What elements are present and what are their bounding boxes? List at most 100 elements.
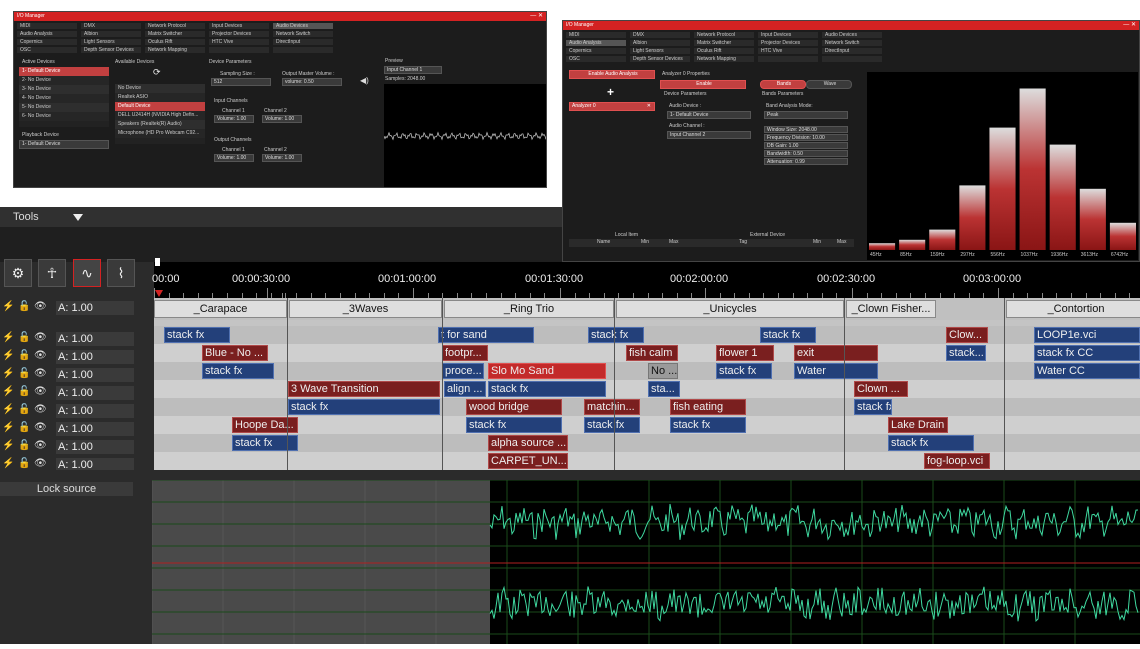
master-volume-field[interactable]: volume: 0.50 <box>282 78 342 86</box>
cue-block[interactable]: _Contortion <box>1006 300 1140 318</box>
eye-icon[interactable]: 👁 <box>34 350 50 364</box>
audio-device-select[interactable]: 1- Default Device <box>667 111 751 119</box>
device-list-item[interactable]: 2- No Device <box>19 76 109 85</box>
playhead-arrow-icon[interactable] <box>155 290 163 297</box>
media-clip[interactable]: stack fx CC <box>1034 345 1140 361</box>
lock-icon[interactable]: 🔓 <box>18 440 30 454</box>
category-item[interactable]: OSC <box>565 55 627 63</box>
media-clip[interactable]: sta... <box>648 381 680 397</box>
media-clip[interactable]: Clow... <box>946 327 988 343</box>
media-clip[interactable]: footpr... <box>442 345 488 361</box>
track-volume[interactable]: A: 1.00 <box>56 422 134 436</box>
device-list-item[interactable]: Microphone (HD Pro Webcam C92... <box>115 129 205 138</box>
media-clip[interactable]: Hoope Da... <box>232 417 298 433</box>
attenuation-field[interactable]: Attenuation: 0.99 <box>764 158 848 165</box>
media-clip[interactable]: stack fx <box>854 399 892 415</box>
lock-icon[interactable]: 🔓 <box>18 368 30 382</box>
playhead-marker[interactable] <box>155 258 160 266</box>
speaker-icon[interactable]: ◀) <box>360 76 369 85</box>
media-clip[interactable]: proce... <box>442 363 484 379</box>
track-volume[interactable]: A: 1.00 <box>56 368 134 382</box>
track-row[interactable]: CARPET_UN... fog-loop.vci <box>154 452 1140 470</box>
category-item[interactable]: Oculus Rift <box>144 38 206 46</box>
eye-icon[interactable]: 👁 <box>34 440 50 454</box>
enable-audio-analysis-button[interactable]: Enable Audio Analysis <box>569 70 655 79</box>
remove-analyzer-icon[interactable]: ✕ <box>647 103 651 110</box>
media-clip[interactable]: t for sand <box>438 327 534 343</box>
track-header[interactable]: ⚡ 🔓 👁 A: 1.00 <box>0 299 154 317</box>
lightning-icon[interactable]: ⚡ <box>2 368 14 382</box>
media-clip[interactable]: fish calm <box>626 345 678 361</box>
category-item[interactable]: Input Devices <box>208 22 270 30</box>
track-volume[interactable]: A: 1.00 <box>56 404 134 418</box>
category-item[interactable]: Network Protocol <box>144 22 206 30</box>
media-clip[interactable]: stack fx <box>466 417 562 433</box>
media-clip[interactable]: stack fx <box>760 327 816 343</box>
bandwidth-field[interactable]: Bandwidth: 0.50 <box>764 150 848 157</box>
media-clip[interactable]: CARPET_UN... <box>488 453 568 469</box>
category-item[interactable]: Projector Devices <box>208 30 270 38</box>
cue-block[interactable]: _3Waves <box>289 300 442 318</box>
lightning-icon[interactable]: ⚡ <box>2 332 14 346</box>
dancer-icon[interactable]: ☥ <box>38 259 66 287</box>
device-list-item[interactable]: No Device <box>115 84 205 93</box>
track-header[interactable]: ⚡ 🔓 👁 A: 1.00 <box>0 384 154 402</box>
lock-icon[interactable]: 🔓 <box>18 404 30 418</box>
media-clip[interactable]: alpha source ... <box>488 435 568 451</box>
window-close-icon[interactable]: — ✕ <box>1123 21 1136 30</box>
media-clip[interactable]: Clown ... <box>854 381 908 397</box>
category-item[interactable]: Network Switch <box>272 30 334 38</box>
eye-icon[interactable]: 👁 <box>34 404 50 418</box>
category-item[interactable]: Network Mapping <box>693 55 755 63</box>
window-size-field[interactable]: Window Size: 2048.00 <box>764 126 848 133</box>
category-item[interactable]: DMX <box>80 22 142 30</box>
category-item[interactable]: Albion <box>80 30 142 38</box>
cue-block[interactable]: _Carapace <box>154 300 287 318</box>
device-list-item[interactable]: 6- No Device <box>19 112 109 121</box>
category-item[interactable]: HTC Vive <box>757 47 819 55</box>
track-volume[interactable]: A: 1.00 <box>56 440 134 454</box>
category-item[interactable]: Projector Devices <box>757 39 819 47</box>
media-clip[interactable]: stack fx <box>588 327 644 343</box>
track-header[interactable]: ⚡ 🔓 👁 A: 1.00 <box>0 348 154 366</box>
io-manager-window-devices[interactable]: I/O Manager — ✕ MIDI Audio Analysis Copern… <box>13 11 547 188</box>
device-list-item[interactable]: 1- Default Device <box>19 67 109 76</box>
track-row[interactable]: Blue - No ... footpr... fish calm flower 1 e… <box>154 344 1140 362</box>
eye-icon[interactable]: 👁 <box>34 332 50 346</box>
category-item[interactable]: MIDI <box>565 31 627 39</box>
category-item[interactable]: Copernics <box>565 47 627 55</box>
category-item[interactable]: Light Sensors <box>80 38 142 46</box>
lock-source-button[interactable]: Lock source <box>0 482 133 496</box>
category-item[interactable]: Audio Devices <box>272 22 334 30</box>
category-item[interactable]: MIDI <box>16 22 78 30</box>
media-clip[interactable]: stack fx <box>288 399 440 415</box>
device-list-item[interactable]: 4- No Device <box>19 94 109 103</box>
audio-waveform-view[interactable] <box>151 479 1140 644</box>
out-ch2-volume[interactable]: Volume: 1.00 <box>262 154 302 162</box>
track-header[interactable]: ⚡ 🔓 👁 A: 1.00 <box>0 438 154 456</box>
lightning-icon[interactable]: ⚡ <box>2 350 14 364</box>
track-row[interactable]: 3 Wave Transition align ... stack fx sta...… <box>154 380 1140 398</box>
device-list-item[interactable]: 5- No Device <box>19 103 109 112</box>
media-clip[interactable]: stack fx <box>716 363 772 379</box>
lock-icon[interactable]: 🔓 <box>18 301 30 315</box>
media-clip[interactable]: flower 1 <box>716 345 774 361</box>
analyzer-item[interactable]: Analyzer 0 ✕ <box>569 102 655 111</box>
lock-icon[interactable]: 🔓 <box>18 386 30 400</box>
lock-icon[interactable]: 🔓 <box>18 332 30 346</box>
category-item[interactable]: DMX <box>629 31 691 39</box>
db-gain-field[interactable]: DB Gain: 1.00 <box>764 142 848 149</box>
category-item[interactable]: Matrix Switcher <box>144 30 206 38</box>
in-ch1-volume[interactable]: Volume: 1.00 <box>214 115 254 123</box>
tools-menu[interactable]: Tools <box>0 207 562 227</box>
category-item[interactable]: DirectInput <box>821 47 883 55</box>
media-clip[interactable]: 3 Wave Transition <box>288 381 440 397</box>
track-row[interactable]: stack fx wood bridge matchin... fish eating… <box>154 398 1140 416</box>
media-clip[interactable]: stack fx <box>888 435 974 451</box>
category-item[interactable]: DirectInput <box>272 38 334 46</box>
media-clip[interactable]: exit <box>794 345 878 361</box>
add-icon[interactable]: + <box>607 85 614 99</box>
out-ch1-volume[interactable]: Volume: 1.00 <box>214 154 254 162</box>
refresh-icon[interactable]: ⟳ <box>153 67 163 77</box>
device-list-item[interactable]: DELL U2414H (NVIDIA High Defin... <box>115 111 205 120</box>
